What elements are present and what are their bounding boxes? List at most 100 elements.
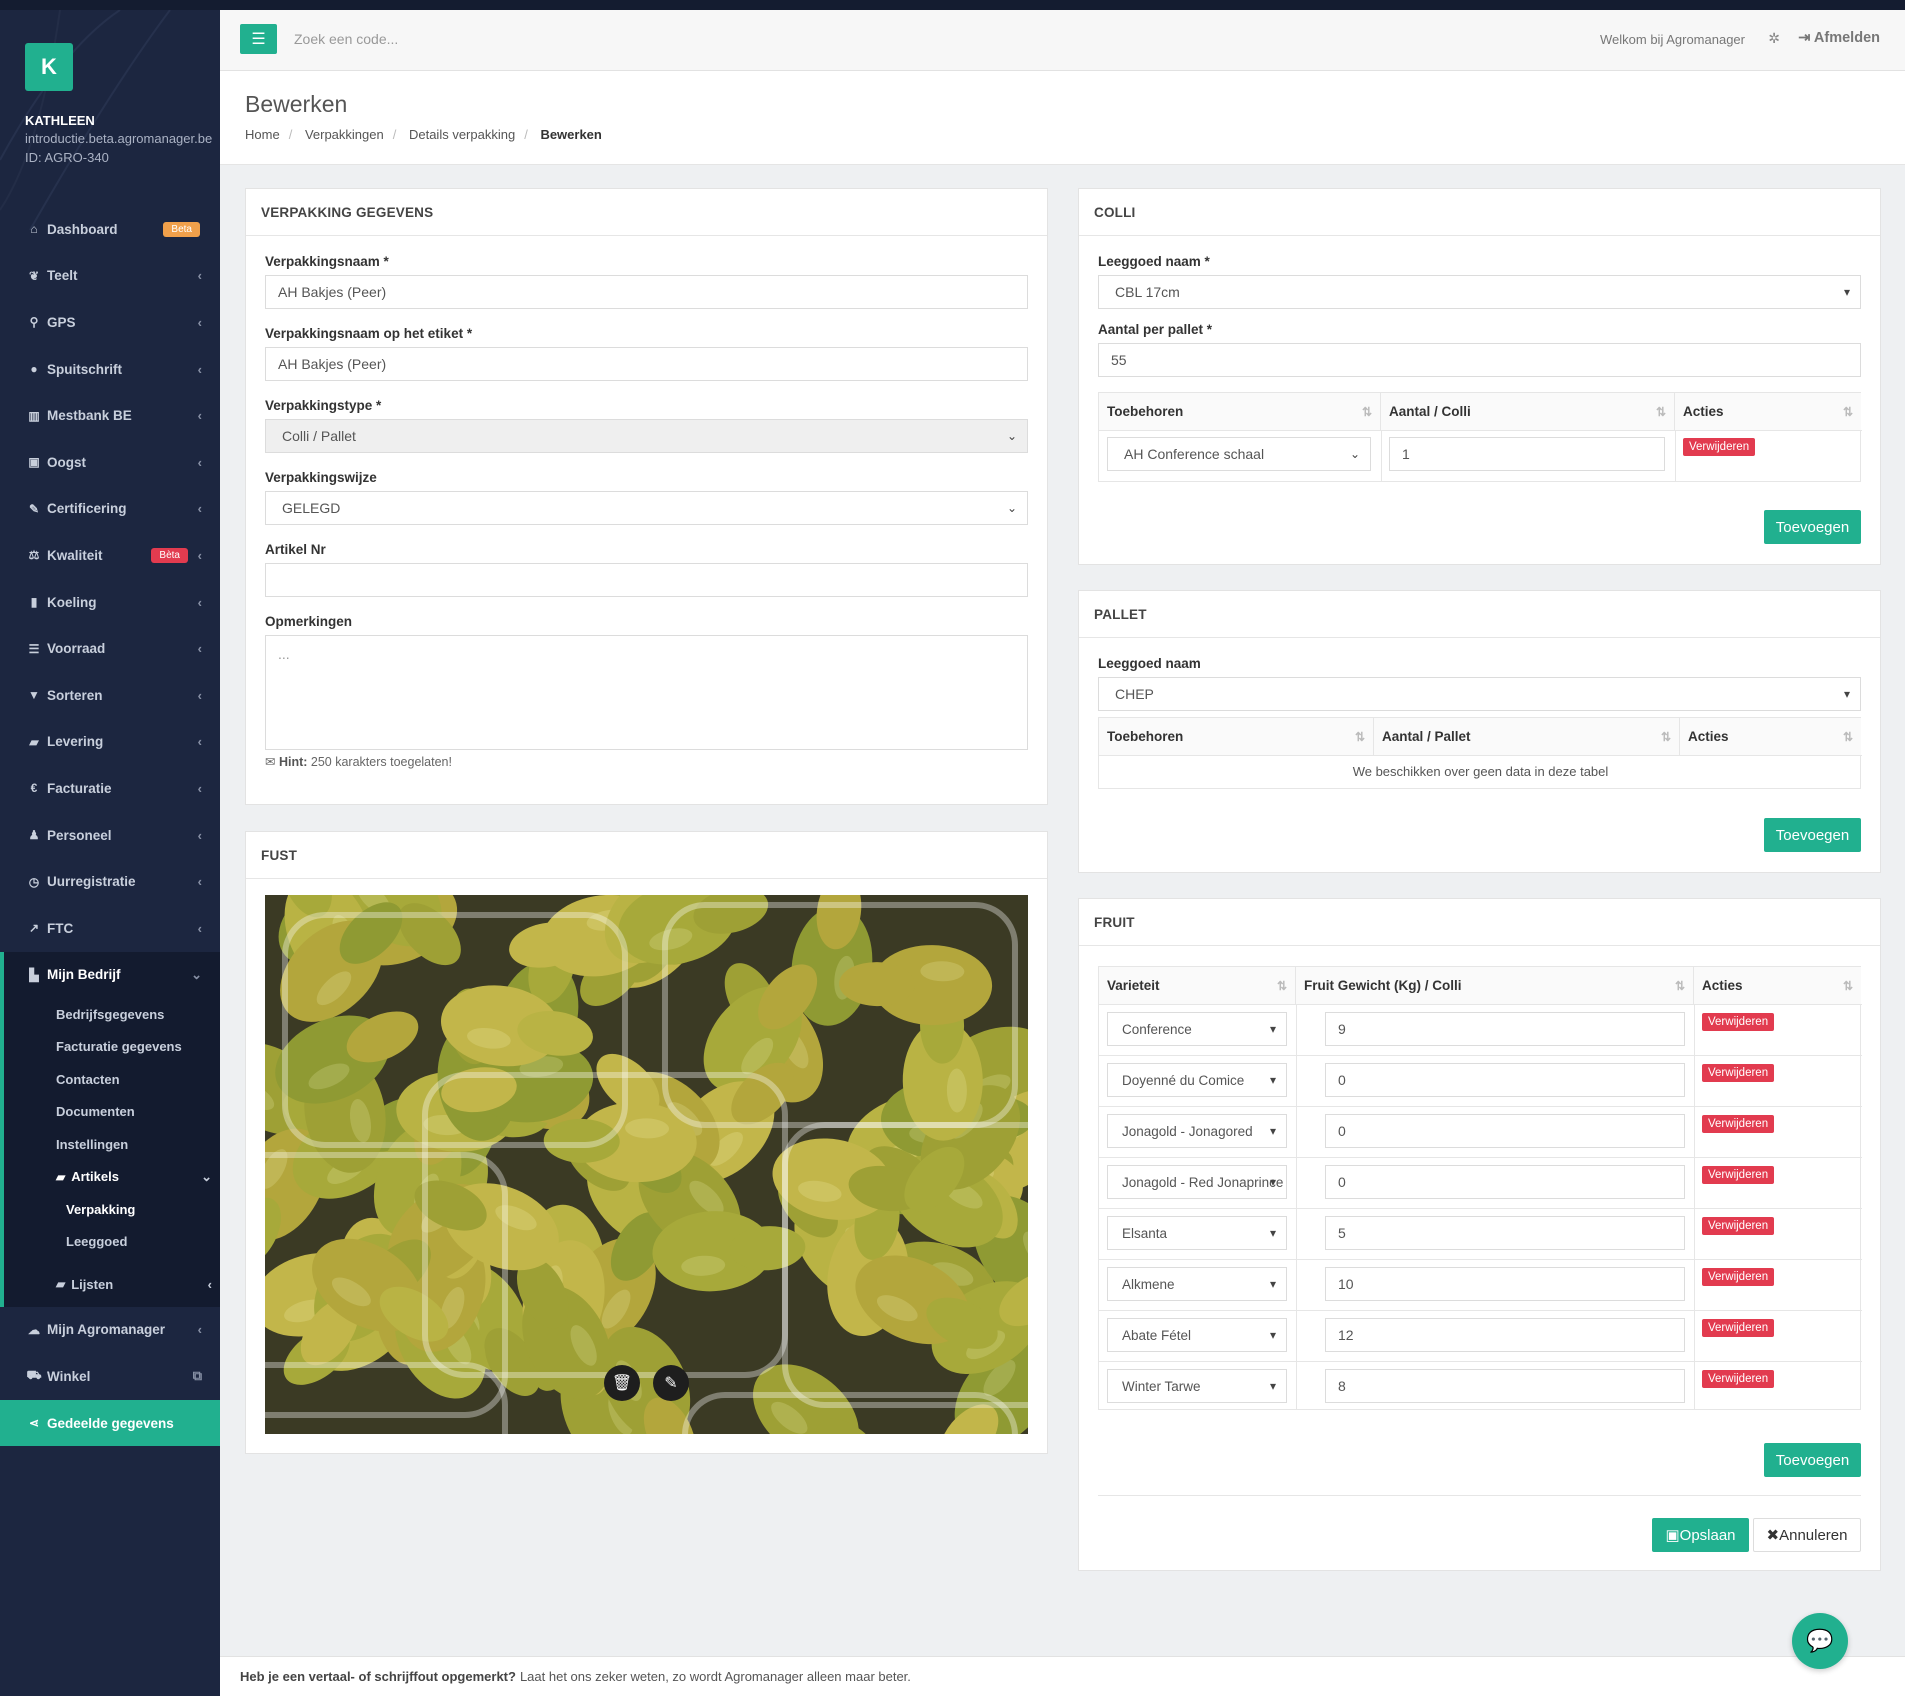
sidebar-item-label: Facturatie — [47, 780, 112, 796]
column-header[interactable]: Toebehoren ⇅ — [1099, 393, 1381, 430]
delete-button[interactable]: Verwijderen — [1702, 1115, 1775, 1133]
column-header[interactable]: Aantal / Pallet ⇅ — [1374, 718, 1680, 755]
leeggoed-naam-select[interactable]: CBL 17cm ▾ — [1098, 275, 1861, 309]
sidebar-item-certificering[interactable]: ✎ Certificering ‹ — [0, 486, 220, 533]
verpakkingstype-select[interactable]: Colli / Pallet ⌄ — [265, 419, 1028, 453]
sidebar-item-dashboard[interactable]: ⌂ Dashboard Beta — [0, 206, 220, 253]
sign-out-icon: ⇥ — [1798, 30, 1814, 46]
delete-photo-button[interactable]: 🗑 — [604, 1365, 640, 1401]
sidebar-item-ftc[interactable]: ↗ FTC ‹ — [0, 905, 220, 952]
sidebar-item-label: Teelt — [47, 268, 78, 284]
delete-button[interactable]: Verwijderen — [1702, 1064, 1775, 1082]
breadcrumb-details[interactable]: Details verpakking — [409, 127, 515, 142]
column-header[interactable]: Fruit Gewicht (Kg) / Colli ⇅ — [1296, 967, 1694, 1004]
weight-input[interactable]: 10 — [1325, 1267, 1685, 1301]
fruit-table: Varieteit ⇅ Fruit Gewicht (Kg) / Colli ⇅ A… — [1098, 966, 1862, 1410]
sidebar-item-mijn-agromanager[interactable]: ☁ Mijn Agromanager ‹ — [0, 1307, 220, 1354]
sidebar-item-mestbank-be[interactable]: ▥ Mestbank BE ‹ — [0, 392, 220, 439]
sidebar-sub-item[interactable]: Contacten — [4, 1063, 220, 1096]
sidebar-item-spuitschrift[interactable]: ● Spuitschrift ‹ — [0, 346, 220, 393]
panel-title: PALLET — [1079, 591, 1880, 638]
panel-fruit: FRUIT Varieteit ⇅ Fruit Gewicht (Kg) / Co… — [1078, 898, 1881, 1571]
sidebar-sub-item[interactable]: Instellingen — [4, 1128, 220, 1161]
delete-button[interactable]: Verwijderen — [1702, 1166, 1775, 1184]
sidebar-sub-item[interactable]: Facturatie gegevens — [4, 1031, 220, 1064]
column-header[interactable]: Acties ⇅ — [1680, 718, 1861, 755]
sidebar-item-personeel[interactable]: ♟ Personeel ‹ — [0, 812, 220, 859]
add-pallet-toebehoren-button[interactable]: Toevoegen — [1764, 818, 1861, 852]
artikel-nr-input[interactable] — [265, 563, 1028, 597]
sidebar-item-levering[interactable]: ▰ Levering ‹ — [0, 719, 220, 766]
sidebar-item-sorteren[interactable]: ▼ Sorteren ‹ — [0, 672, 220, 719]
sidebar-sub-item-verpakking[interactable]: Verpakking — [4, 1193, 220, 1226]
sidebar-item-teelt[interactable]: ❦ Teelt ‹ — [0, 253, 220, 300]
sidebar-item-uurregistratie[interactable]: ◷ Uurregistratie ‹ — [0, 858, 220, 905]
edit-photo-button[interactable]: ✎ — [653, 1365, 689, 1401]
variety-select[interactable]: Jonagold - Jonagored ▾ — [1107, 1114, 1287, 1148]
weight-input[interactable]: 12 — [1325, 1318, 1685, 1352]
delete-button[interactable]: Verwijderen — [1683, 438, 1756, 456]
weight-input[interactable]: 0 — [1325, 1063, 1685, 1097]
bug-icon[interactable]: ✲ — [1768, 30, 1780, 47]
sidebar-item-voorraad[interactable]: ☰ Voorraad ‹ — [0, 625, 220, 672]
variety-select[interactable]: Winter Tarwe ▾ — [1107, 1369, 1287, 1403]
aantal-per-pallet-input[interactable]: 55 — [1098, 343, 1861, 377]
sidebar-item-winkel[interactable]: ⛟ Winkel ⧉ — [0, 1353, 220, 1400]
sidebar-sub-item[interactable]: Documenten — [4, 1096, 220, 1129]
sidebar-nav: ⌂ Dashboard Beta ❦ Teelt ‹ ⚲ GPS ‹ ● Spuitschrift ‹… — [0, 206, 220, 1447]
sidebar-item-mijn-bedrijf[interactable]: ▙ Mijn Bedrijf ⌄ — [4, 952, 220, 999]
cancel-button[interactable]: ✖ Annuleren — [1753, 1518, 1861, 1552]
variety-select[interactable]: Jonagold - Red Jonaprince ▾ — [1107, 1165, 1287, 1199]
variety-select[interactable]: Alkmene ▾ — [1107, 1267, 1287, 1301]
sidebar-sub-item[interactable]: Bedrijfsgegevens — [4, 998, 220, 1031]
weight-input[interactable]: 8 — [1325, 1369, 1685, 1403]
verpakkingswijze-select[interactable]: GELEGD ⌄ — [265, 491, 1028, 525]
pallet-leeggoed-select[interactable]: CHEP ▾ — [1098, 677, 1861, 711]
variety-select[interactable]: Elsanta ▾ — [1107, 1216, 1287, 1250]
sidebar-item-gps[interactable]: ⚲ GPS ‹ — [0, 299, 220, 346]
verpakkingsnaam-input[interactable]: AH Bakjes (Peer) — [265, 275, 1028, 309]
delete-button[interactable]: Verwijderen — [1702, 1268, 1775, 1286]
etiket-naam-input[interactable]: AH Bakjes (Peer) — [265, 347, 1028, 381]
logout-link[interactable]: ⇥ Afmelden — [1798, 30, 1880, 46]
chat-button[interactable]: 💬 — [1792, 1613, 1848, 1669]
sidebar-sub-item-leeggoed[interactable]: Leeggoed — [4, 1226, 220, 1259]
menu-toggle-button[interactable]: ☰ — [240, 24, 277, 54]
variety-select[interactable]: Conference ▾ — [1107, 1012, 1287, 1046]
save-button[interactable]: ▣ Opslaan — [1652, 1518, 1749, 1552]
panel-verpakking-gegevens: VERPAKKING GEGEVENS Verpakkingsnaam * AH… — [245, 188, 1048, 805]
column-header[interactable]: Aantal / Colli ⇅ — [1381, 393, 1675, 430]
column-header[interactable]: Varieteit ⇅ — [1099, 967, 1296, 1004]
delete-button[interactable]: Verwijderen — [1702, 1370, 1775, 1388]
aantal-colli-input[interactable]: 1 — [1389, 437, 1665, 471]
delete-button[interactable]: Verwijderen — [1702, 1217, 1775, 1235]
sidebar-item-oogst[interactable]: ▣ Oogst ‹ — [0, 439, 220, 486]
sidebar-item-kwaliteit[interactable]: ⚖ Kwaliteit Bèta ‹ — [0, 532, 220, 579]
weight-input[interactable]: 5 — [1325, 1216, 1685, 1250]
add-fruit-button[interactable]: Toevoegen — [1764, 1443, 1861, 1477]
variety-select[interactable]: Doyenné du Comice ▾ — [1107, 1063, 1287, 1097]
opmerkingen-textarea[interactable]: ... — [265, 635, 1028, 750]
breadcrumb-home[interactable]: Home — [245, 127, 280, 142]
field-label: Leeggoed naam — [1098, 656, 1201, 671]
sidebar-sub-item-artikels[interactable]: ▰ Artikels ⌄ — [4, 1161, 220, 1194]
sidebar-item-facturatie[interactable]: € Facturatie ‹ — [0, 765, 220, 812]
delete-button[interactable]: Verwijderen — [1702, 1013, 1775, 1031]
column-header[interactable]: Toebehoren ⇅ — [1099, 718, 1374, 755]
sort-icon: ⇅ — [1361, 404, 1372, 419]
weight-input[interactable]: 0 — [1325, 1114, 1685, 1148]
add-toebehoren-button[interactable]: Toevoegen — [1764, 510, 1861, 544]
search-input[interactable] — [288, 24, 588, 54]
column-header[interactable]: Acties ⇅ — [1675, 393, 1861, 430]
sidebar-item-koeling[interactable]: ▮ Koeling ‹ — [0, 579, 220, 626]
sidebar-item-gedeelde-gegevens[interactable]: ⋖ Gedeelde gegevens — [0, 1399, 220, 1447]
variety-select[interactable]: Abate Fétel ▾ — [1107, 1318, 1287, 1352]
column-header[interactable]: Acties ⇅ — [1694, 967, 1861, 1004]
delete-button[interactable]: Verwijderen — [1702, 1319, 1775, 1337]
weight-input[interactable]: 9 — [1325, 1012, 1685, 1046]
toebehoren-select[interactable]: AH Conference schaal ⌄ — [1107, 437, 1371, 471]
breadcrumb-verpakkingen[interactable]: Verpakkingen — [305, 127, 384, 142]
weight-input[interactable]: 0 — [1325, 1165, 1685, 1199]
breadcrumb-current: Bewerken — [540, 127, 602, 142]
sidebar-sub-item-lijsten[interactable]: ▰ Lijsten ‹ — [4, 1268, 220, 1301]
